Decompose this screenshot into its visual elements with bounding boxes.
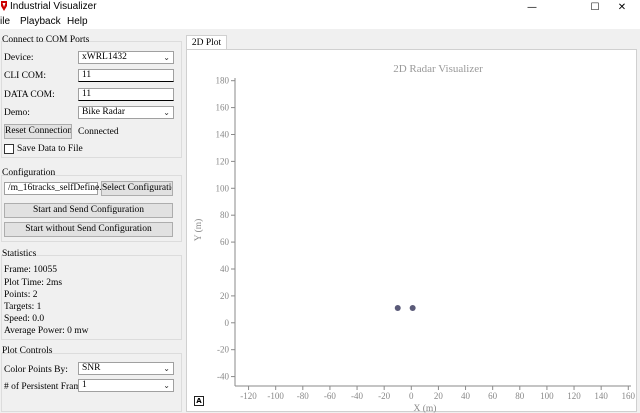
config-file-input[interactable]: /m_16tracks_selfDefine.cfg xyxy=(4,182,114,195)
x-tick-label: -120 xyxy=(240,391,257,401)
data-point xyxy=(409,304,416,311)
window-title: Industrial Visualizer xyxy=(10,1,97,12)
menu-help[interactable]: Help xyxy=(67,15,88,29)
x-tick-label: 60 xyxy=(488,391,498,401)
y-axis-label: Y (m) xyxy=(193,219,204,242)
data-point xyxy=(394,304,401,311)
y-tick-label: 60 xyxy=(220,237,230,247)
cli-com-label: CLI COM: xyxy=(4,71,46,81)
close-icon[interactable]: ✕ xyxy=(604,0,640,14)
plot-controls-title: Plot Controls xyxy=(2,346,53,356)
statistics-title: Statistics xyxy=(2,249,37,259)
x-tick-label: -20 xyxy=(378,391,390,401)
y-tick-label: 140 xyxy=(216,129,230,139)
chevron-down-icon: ⌄ xyxy=(163,108,170,117)
y-tick-label: -40 xyxy=(217,372,229,382)
app-logo-icon xyxy=(1,1,7,11)
stat-plot-time: Plot Time: 2ms xyxy=(4,278,63,288)
x-tick-label: 40 xyxy=(461,391,471,401)
color-points-label: Color Points By: xyxy=(4,365,68,375)
data-com-input[interactable]: 11 xyxy=(78,88,174,101)
x-tick-label: 20 xyxy=(434,391,444,401)
save-data-checkbox[interactable] xyxy=(4,144,14,154)
y-tick-label: 180 xyxy=(216,76,230,86)
y-tick-label: 40 xyxy=(220,264,230,274)
chevron-down-icon: ⌄ xyxy=(163,381,170,390)
com-ports-title: Connect to COM Ports xyxy=(2,35,90,45)
persistent-frames-label: # of Persistent Frames xyxy=(4,382,89,392)
minimize-icon[interactable]: — xyxy=(514,0,550,14)
chevron-down-icon: ⌄ xyxy=(163,53,170,62)
connection-status: Connected xyxy=(78,127,119,137)
color-points-select[interactable]: SNR ⌄ xyxy=(78,362,174,375)
demo-label: Demo: xyxy=(4,108,30,118)
start-without-send-button[interactable]: Start without Send Configuration xyxy=(4,222,173,237)
y-tick-label: 0 xyxy=(225,318,230,328)
data-com-label: DATA COM: xyxy=(4,90,55,100)
title-bar: Industrial Visualizer — ☐ ✕ xyxy=(0,0,640,14)
auto-scale-icon[interactable]: A xyxy=(194,396,204,406)
reset-connection-button[interactable]: Reset Connection xyxy=(4,124,72,139)
x-tick-label: 120 xyxy=(567,391,581,401)
cli-com-input[interactable]: 11 xyxy=(78,69,174,82)
stat-points: Points: 2 xyxy=(4,290,38,300)
save-data-label: Save Data to File xyxy=(17,144,83,154)
configuration-title: Configuration xyxy=(2,168,56,178)
x-tick-label: 100 xyxy=(540,391,554,401)
menu-file[interactable]: ile xyxy=(0,15,10,29)
x-tick-label: 0 xyxy=(409,391,414,401)
start-send-configuration-button[interactable]: Start and Send Configuration xyxy=(4,203,173,218)
stat-targets: Targets: 1 xyxy=(4,302,42,312)
device-label: Device: xyxy=(4,53,34,63)
x-tick-label: -100 xyxy=(267,391,284,401)
plot-panel: 2D Radar Visualizer -40 -20 0 20 40 60 80 100 120… xyxy=(186,49,638,413)
y-tick-label: 20 xyxy=(220,291,230,301)
x-tick-label: 140 xyxy=(594,391,608,401)
stat-average-power: Average Power: 0 mw xyxy=(4,326,89,336)
x-tick-label: 80 xyxy=(515,391,525,401)
radar-plot[interactable]: 2D Radar Visualizer -40 -20 0 20 40 60 80 100 120… xyxy=(187,50,638,413)
chevron-down-icon: ⌄ xyxy=(163,364,170,373)
x-tick-label: -80 xyxy=(297,391,309,401)
stat-speed: Speed: 0.0 xyxy=(4,314,45,324)
y-tick-label: 80 xyxy=(220,210,230,220)
demo-select[interactable]: Bike Radar ⌄ xyxy=(78,106,174,119)
select-configuration-button[interactable]: Select Configuration xyxy=(101,181,173,196)
tab-2d-plot[interactable]: 2D Plot xyxy=(186,35,227,50)
y-tick-label: 120 xyxy=(216,156,230,166)
x-tick-label: 160 xyxy=(622,391,636,401)
y-tick-label: 160 xyxy=(216,103,230,113)
stat-frame: Frame: 10055 xyxy=(4,265,58,275)
y-tick-label: -20 xyxy=(217,345,229,355)
x-tick-label: -40 xyxy=(351,391,363,401)
menu-playback[interactable]: Playback xyxy=(20,15,61,29)
y-tick-label: 100 xyxy=(216,183,230,193)
chart-title: 2D Radar Visualizer xyxy=(393,63,483,75)
x-axis-label: X (m) xyxy=(414,403,437,413)
device-select[interactable]: xWRL1432 ⌄ xyxy=(78,51,174,64)
menu-bar: ile Playback Help xyxy=(0,14,640,30)
persistent-frames-select[interactable]: 1 ⌄ xyxy=(78,379,174,392)
x-tick-label: -60 xyxy=(324,391,336,401)
